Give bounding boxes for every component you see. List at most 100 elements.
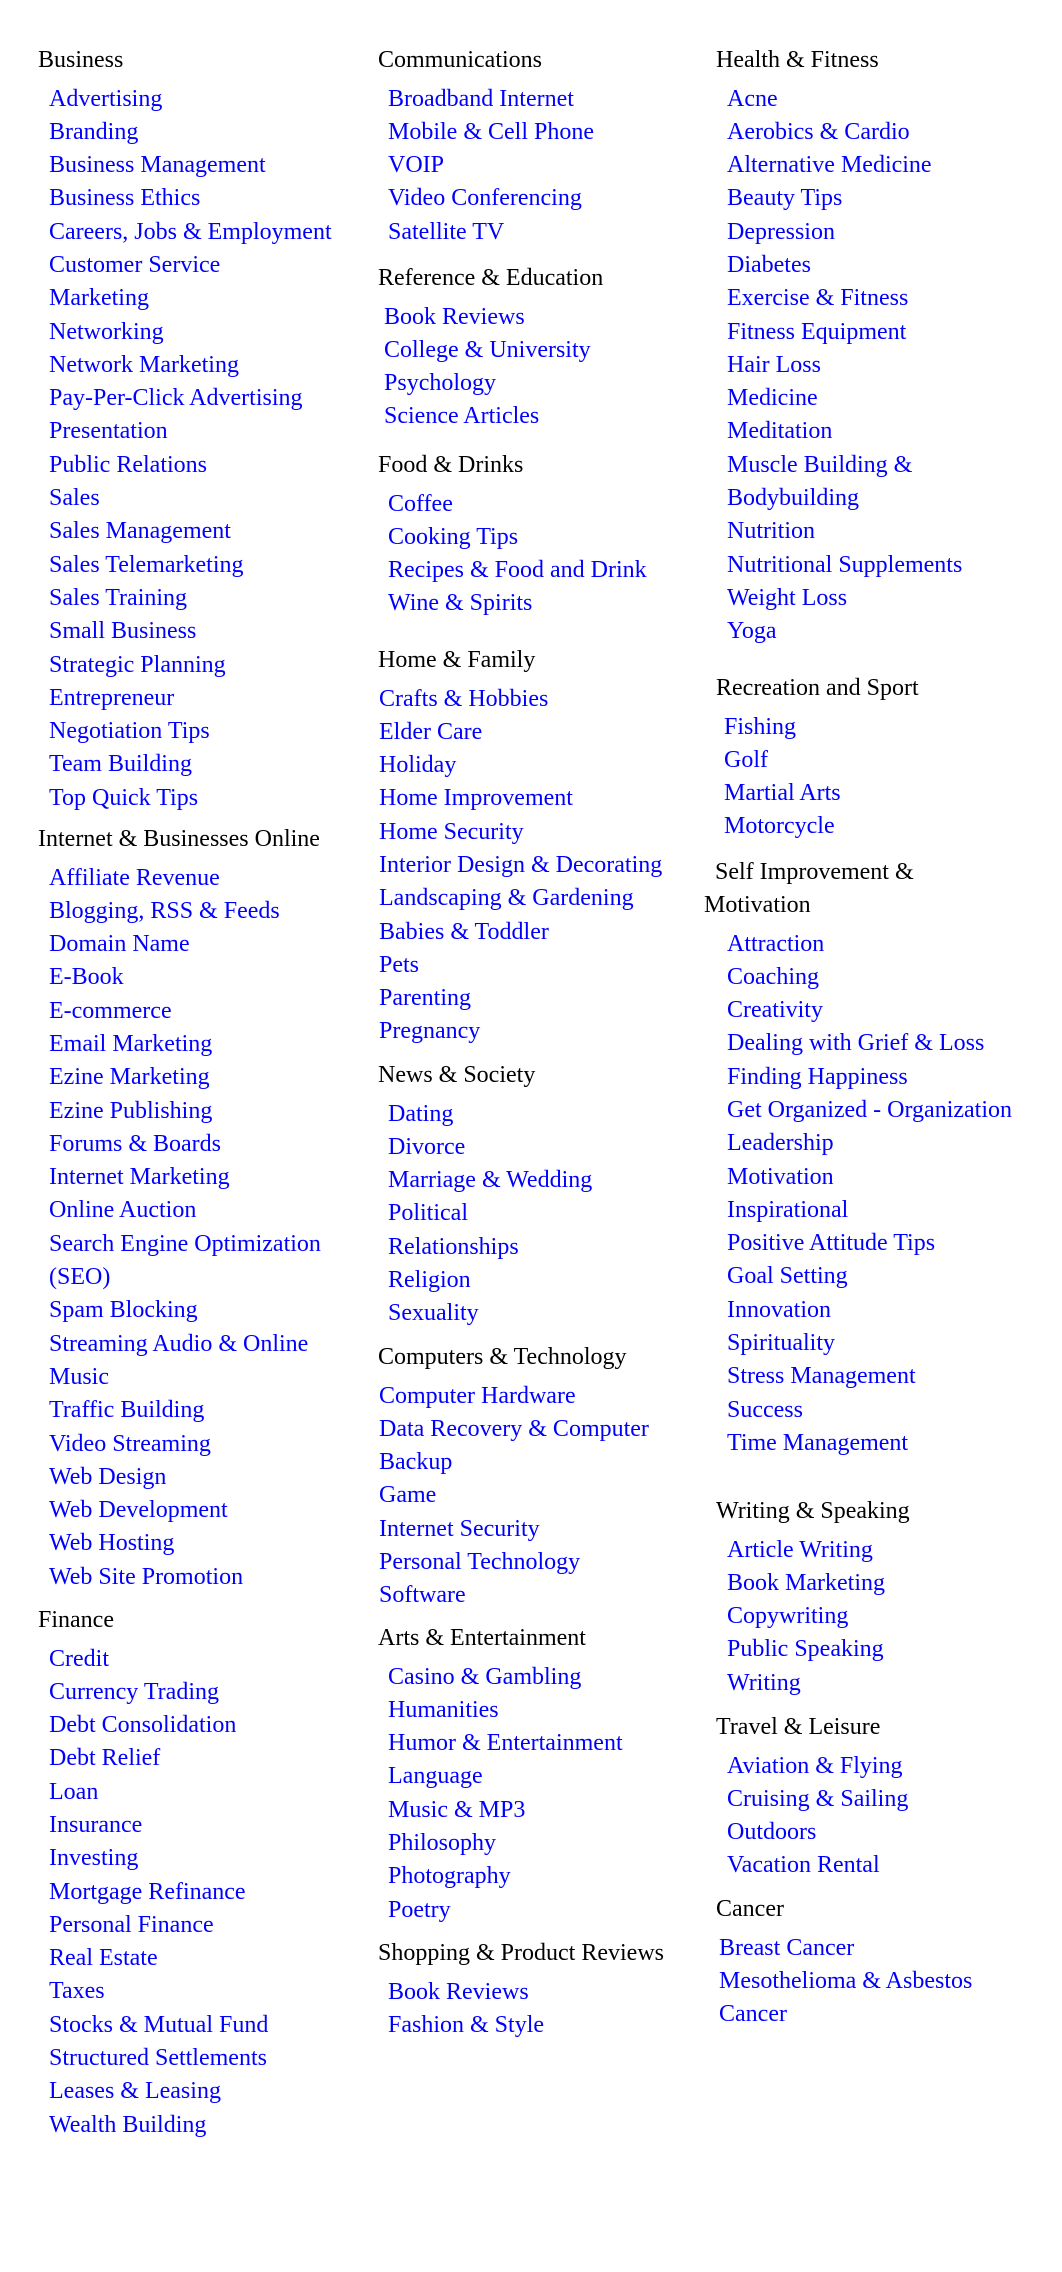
category-link-mobile-cell-phone[interactable]: Mobile & Cell Phone [388,116,683,149]
category-link-writing[interactable]: Writing [727,1667,1004,1700]
category-link-customer-service[interactable]: Customer Service [49,249,349,282]
category-link-beauty-tips[interactable]: Beauty Tips [727,182,1004,215]
category-link-broadband-internet[interactable]: Broadband Internet [388,83,683,116]
category-link-divorce[interactable]: Divorce [388,1131,683,1164]
category-link-computer-hardware[interactable]: Computer Hardware [379,1380,674,1413]
category-link-golf[interactable]: Golf [724,744,1001,777]
category-link-video-conferencing[interactable]: Video Conferencing [388,182,683,215]
category-link-home-security[interactable]: Home Security [379,816,674,849]
category-link-loan[interactable]: Loan [49,1776,349,1809]
category-link-leases-leasing[interactable]: Leases & Leasing [49,2075,349,2108]
category-link-real-estate[interactable]: Real Estate [49,1942,349,1975]
category-link-ezine-publishing[interactable]: Ezine Publishing [49,1095,349,1128]
category-link-mortgage-refinance[interactable]: Mortgage Refinance [49,1876,349,1909]
category-link-acne[interactable]: Acne [727,83,1004,116]
category-link-personal-finance[interactable]: Personal Finance [49,1909,349,1942]
category-link-internet-marketing[interactable]: Internet Marketing [49,1161,349,1194]
category-link-cancer[interactable]: Cancer [719,1998,996,2031]
category-link-pregnancy[interactable]: Pregnancy [379,1015,674,1048]
category-link-home-improvement[interactable]: Home Improvement [379,782,674,815]
category-link-email-marketing[interactable]: Email Marketing [49,1028,349,1061]
category-link-internet-security[interactable]: Internet Security [379,1513,674,1546]
category-link-e-commerce[interactable]: E-commerce [49,995,349,1028]
category-link-negotiation-tips[interactable]: Negotiation Tips [49,715,349,748]
category-link-debt-consolidation[interactable]: Debt Consolidation [49,1709,349,1742]
category-link-success[interactable]: Success [727,1394,1022,1427]
category-link-personal-technology[interactable]: Personal Technology [379,1546,674,1579]
category-link-sexuality[interactable]: Sexuality [388,1297,683,1330]
category-link-domain-name[interactable]: Domain Name [49,928,349,961]
category-link-spam-blocking[interactable]: Spam Blocking [49,1294,349,1327]
category-link-muscle-building-bodybuilding[interactable]: Muscle Building & Bodybuilding [727,449,1004,516]
category-link-taxes[interactable]: Taxes [49,1975,349,2008]
category-link-small-business[interactable]: Small Business [49,615,349,648]
category-link-coaching[interactable]: Coaching [727,961,1022,994]
category-link-medicine[interactable]: Medicine [727,382,1004,415]
category-link-web-design[interactable]: Web Design [49,1461,349,1494]
category-link-affiliate-revenue[interactable]: Affiliate Revenue [49,862,349,895]
category-link-time-management[interactable]: Time Management [727,1427,1022,1460]
category-link-fishing[interactable]: Fishing [724,711,1001,744]
category-link-music-mp3[interactable]: Music & MP3 [388,1794,683,1827]
category-link-vacation-rental[interactable]: Vacation Rental [727,1849,1004,1882]
category-link-web-development[interactable]: Web Development [49,1494,349,1527]
category-link-innovation[interactable]: Innovation [727,1294,1022,1327]
category-link-aviation-flying[interactable]: Aviation & Flying [727,1750,1004,1783]
category-link-data-recovery-computer-backup[interactable]: Data Recovery & Computer Backup [379,1413,674,1480]
category-link-branding[interactable]: Branding [49,116,349,149]
category-link-streaming-audio-online-music[interactable]: Streaming Audio & Online Music [49,1328,349,1395]
category-link-aerobics-cardio[interactable]: Aerobics & Cardio [727,116,1004,149]
category-link-debt-relief[interactable]: Debt Relief [49,1742,349,1775]
category-link-nutritional-supplements[interactable]: Nutritional Supplements [727,549,1004,582]
category-link-structured-settlements[interactable]: Structured Settlements [49,2042,349,2075]
category-link-parenting[interactable]: Parenting [379,982,674,1015]
category-link-landscaping-gardening[interactable]: Landscaping & Gardening [379,882,674,915]
category-link-yoga[interactable]: Yoga [727,615,1004,648]
category-link-stocks-mutual-fund[interactable]: Stocks & Mutual Fund [49,2009,349,2042]
category-link-exercise-fitness[interactable]: Exercise & Fitness [727,282,1004,315]
category-link-political[interactable]: Political [388,1197,683,1230]
category-link-breast-cancer[interactable]: Breast Cancer [719,1932,996,1965]
category-link-investing[interactable]: Investing [49,1842,349,1875]
category-link-positive-attitude-tips[interactable]: Positive Attitude Tips [727,1227,1022,1260]
category-link-cooking-tips[interactable]: Cooking Tips [388,521,683,554]
category-link-pets[interactable]: Pets [379,949,674,982]
category-link-goal-setting[interactable]: Goal Setting [727,1260,1022,1293]
category-link-meditation[interactable]: Meditation [727,415,1004,448]
category-link-public-speaking[interactable]: Public Speaking [727,1633,1004,1666]
category-link-motivation[interactable]: Motivation [727,1161,1022,1194]
category-link-blogging-rss-feeds[interactable]: Blogging, RSS & Feeds [49,895,349,928]
category-link-babies-toddler[interactable]: Babies & Toddler [379,916,674,949]
category-link-diabetes[interactable]: Diabetes [727,249,1004,282]
category-link-science-articles[interactable]: Science Articles [384,400,679,433]
category-link-creativity[interactable]: Creativity [727,994,1022,1027]
category-link-sales[interactable]: Sales [49,482,349,515]
category-link-depression[interactable]: Depression [727,216,1004,249]
category-link-alternative-medicine[interactable]: Alternative Medicine [727,149,1004,182]
category-link-strategic-planning[interactable]: Strategic Planning [49,649,349,682]
category-link-currency-trading[interactable]: Currency Trading [49,1676,349,1709]
category-link-networking[interactable]: Networking [49,316,349,349]
category-link-voip[interactable]: VOIP [388,149,683,182]
category-link-satellite-tv[interactable]: Satellite TV [388,216,683,249]
category-link-video-streaming[interactable]: Video Streaming [49,1428,349,1461]
category-link-recipes-food-and-drink[interactable]: Recipes & Food and Drink [388,554,683,587]
category-link-business-ethics[interactable]: Business Ethics [49,182,349,215]
category-link-dating[interactable]: Dating [388,1098,683,1131]
category-link-book-marketing[interactable]: Book Marketing [727,1567,1004,1600]
category-link-top-quick-tips[interactable]: Top Quick Tips [49,782,349,815]
category-link-game[interactable]: Game [379,1479,674,1512]
category-link-marriage-wedding[interactable]: Marriage & Wedding [388,1164,683,1197]
category-link-marketing[interactable]: Marketing [49,282,349,315]
category-link-sales-management[interactable]: Sales Management [49,515,349,548]
category-link-article-writing[interactable]: Article Writing [727,1534,1004,1567]
category-link-religion[interactable]: Religion [388,1264,683,1297]
category-link-wine-spirits[interactable]: Wine & Spirits [388,587,683,620]
category-link-inspirational[interactable]: Inspirational [727,1194,1022,1227]
category-link-book-reviews[interactable]: Book Reviews [384,301,679,334]
category-link-language[interactable]: Language [388,1760,683,1793]
category-link-wealth-building[interactable]: Wealth Building [49,2109,349,2142]
category-link-sales-training[interactable]: Sales Training [49,582,349,615]
category-link-software[interactable]: Software [379,1579,674,1612]
category-link-get-organized-organization[interactable]: Get Organized - Organization [727,1094,1022,1127]
